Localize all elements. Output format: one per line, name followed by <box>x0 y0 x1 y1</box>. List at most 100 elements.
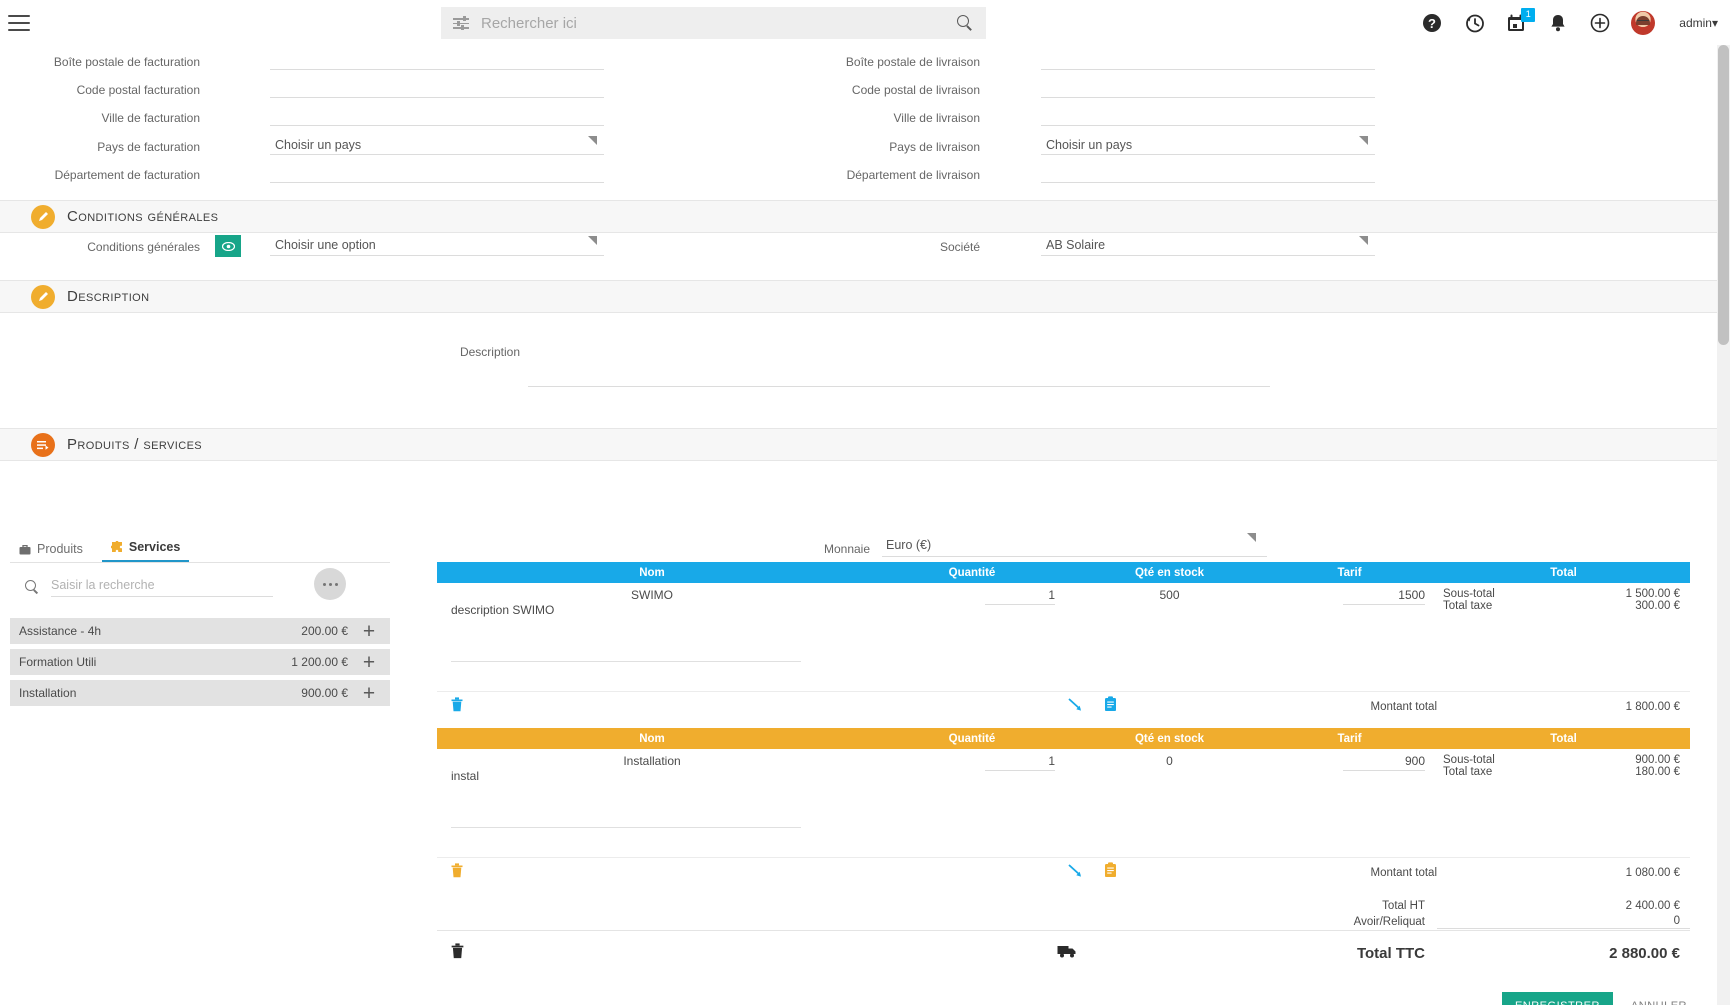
field-label-shipping-postcode: Code postal de livraison <box>851 83 980 97</box>
line-name: Installation <box>623 754 681 768</box>
field-select-currency[interactable] <box>882 535 1267 557</box>
line-description[interactable]: description SWIMO <box>451 603 554 617</box>
field-input-billing-postcode[interactable] <box>270 76 604 98</box>
field-input-shipping-pobox[interactable] <box>1041 48 1375 70</box>
field-input-billing-dept[interactable] <box>270 161 604 183</box>
credit-input[interactable]: 0 <box>1437 915 1690 929</box>
line-description-underline <box>451 827 801 828</box>
filter-icon[interactable] <box>453 16 469 30</box>
catalog-item-price: 1 200.00 € <box>291 655 348 669</box>
catalog-item-price: 200.00 € <box>301 624 348 638</box>
field-label-billing-dept: Département de facturation <box>54 168 200 182</box>
section-header-conditions: Conditions générales <box>0 200 1717 233</box>
username-text: admin <box>1679 15 1712 30</box>
shipping-country-caret-icon[interactable] <box>1359 136 1368 145</box>
table-header-row: Nom Quantité Qté en stock Tarif Total <box>437 728 1690 749</box>
global-search-box[interactable] <box>441 7 986 39</box>
line-quantity-input[interactable]: 1 <box>985 754 1055 771</box>
topbar-actions: ? 1 admin▾ <box>1421 0 1718 45</box>
field-input-billing-pobox[interactable] <box>270 48 604 70</box>
conditions-caret-icon[interactable] <box>588 236 597 245</box>
line-total-label: Montant total <box>1370 700 1437 713</box>
clipboard-icon[interactable] <box>1104 862 1117 883</box>
catalog-search-input[interactable] <box>51 577 273 597</box>
plus-icon[interactable]: + <box>348 683 390 704</box>
save-button[interactable]: ENREGISTRER <box>1501 992 1613 1005</box>
discount-arrow-icon[interactable] <box>1067 863 1084 883</box>
field-input-billing-city[interactable] <box>270 104 604 126</box>
line-quantity-input[interactable]: 1 <box>985 588 1055 605</box>
billing-country-caret-icon[interactable] <box>588 136 597 145</box>
currency-caret-icon[interactable] <box>1247 533 1256 542</box>
field-value-billing-country[interactable]: Choisir un pays <box>275 138 361 160</box>
table-row: Installation 1 0 900 Sous-total 900.00 € … <box>437 749 1690 857</box>
truck-icon[interactable] <box>1057 944 1077 963</box>
field-value-company[interactable]: AB Solaire <box>1046 238 1105 260</box>
line-stock: 500 <box>1159 588 1180 602</box>
conditions-preview-button[interactable] <box>215 235 241 257</box>
avatar[interactable] <box>1631 10 1656 35</box>
top-navigation-bar: ? 1 admin▾ <box>0 0 1730 45</box>
total-ht-label: Total HT <box>1382 900 1425 912</box>
field-label-currency: Monnaie <box>823 542 870 556</box>
field-value-shipping-country[interactable]: Choisir un pays <box>1046 138 1132 160</box>
line-subtotal-value: 1 500.00 € <box>1625 588 1680 600</box>
column-header-tarif: Tarif <box>1337 732 1362 745</box>
user-menu-label[interactable]: admin▾ <box>1679 16 1718 30</box>
grand-totals: Total HT 2 400.00 € Avoir/Reliquat 0 Tot… <box>437 898 1690 976</box>
list-item[interactable]: Installation 900.00 € + <box>10 680 390 706</box>
table-header-row: Nom Quantité Qté en stock Tarif Total <box>437 562 1690 583</box>
history-icon[interactable] <box>1463 12 1485 34</box>
discount-arrow-icon[interactable] <box>1067 697 1084 717</box>
search-icon[interactable] <box>956 14 974 32</box>
field-input-shipping-dept[interactable] <box>1041 161 1375 183</box>
line-footer-2: Montant total 1 080.00 € <box>437 857 1690 887</box>
field-input-shipping-city[interactable] <box>1041 104 1375 126</box>
line-total-label: Montant total <box>1370 866 1437 879</box>
field-label-billing-country: Pays de facturation <box>97 140 200 154</box>
trash-icon[interactable] <box>451 862 463 883</box>
page-scrollbar[interactable] <box>1717 45 1730 1005</box>
field-value-currency[interactable]: Euro (€) <box>886 538 931 560</box>
field-label-shipping-country: Pays de livraison <box>889 140 980 154</box>
puzzle-icon <box>110 541 122 552</box>
currency-row: Monnaie Euro (€) <box>800 533 1280 561</box>
field-value-conditions[interactable]: Choisir une option <box>275 238 376 260</box>
company-caret-icon[interactable] <box>1359 236 1368 245</box>
catalog-more-button[interactable] <box>314 568 346 600</box>
bell-icon[interactable] <box>1547 12 1569 34</box>
line-tarif-input[interactable]: 1500 <box>1343 588 1425 605</box>
field-label-shipping-pobox: Boîte postale de livraison <box>845 55 980 69</box>
list-item[interactable]: Assistance - 4h 200.00 € + <box>10 618 390 644</box>
cancel-button[interactable]: ANNULER <box>1631 1000 1687 1005</box>
line-description[interactable]: instal <box>451 769 479 783</box>
scrollbar-thumb[interactable] <box>1718 45 1729 345</box>
catalog-item-name: Formation Utili <box>19 655 97 669</box>
line-tarif-input[interactable]: 900 <box>1343 754 1425 771</box>
tab-services[interactable]: Services <box>101 537 190 562</box>
clipboard-icon[interactable] <box>1104 696 1117 717</box>
tab-produits[interactable]: Produits <box>10 539 92 562</box>
trash-icon[interactable] <box>451 943 464 964</box>
total-ht-value: 2 400.00 € <box>1625 900 1680 912</box>
field-input-description[interactable] <box>528 343 1270 387</box>
hamburger-menu-icon[interactable] <box>8 14 30 31</box>
help-icon[interactable]: ? <box>1421 12 1443 34</box>
add-circle-icon[interactable] <box>1589 12 1611 34</box>
calendar-icon[interactable]: 1 <box>1505 7 1536 34</box>
line-item-table-1: Nom Quantité Qté en stock Tarif Total SW… <box>437 562 1690 721</box>
trash-icon[interactable] <box>451 696 463 717</box>
line-total-value: 1 080.00 € <box>1625 866 1680 879</box>
section-header-products: Produits / Services <box>0 428 1717 461</box>
field-label-billing-postcode: Code postal facturation <box>76 83 200 97</box>
line-subtotal-label: Sous-total <box>1443 588 1495 600</box>
list-item[interactable]: Formation Utili 1 200.00 € + <box>10 649 390 675</box>
global-search-input[interactable] <box>481 14 956 32</box>
column-header-quantite: Quantité <box>948 732 996 745</box>
plus-icon[interactable]: + <box>348 621 390 642</box>
line-footer-1: Montant total 1 800.00 € <box>437 691 1690 721</box>
section-title-description: Description <box>67 288 150 305</box>
plus-icon[interactable]: + <box>348 652 390 673</box>
total-ttc-row: Total TTC 2 880.00 € <box>437 930 1690 976</box>
field-input-shipping-postcode[interactable] <box>1041 76 1375 98</box>
